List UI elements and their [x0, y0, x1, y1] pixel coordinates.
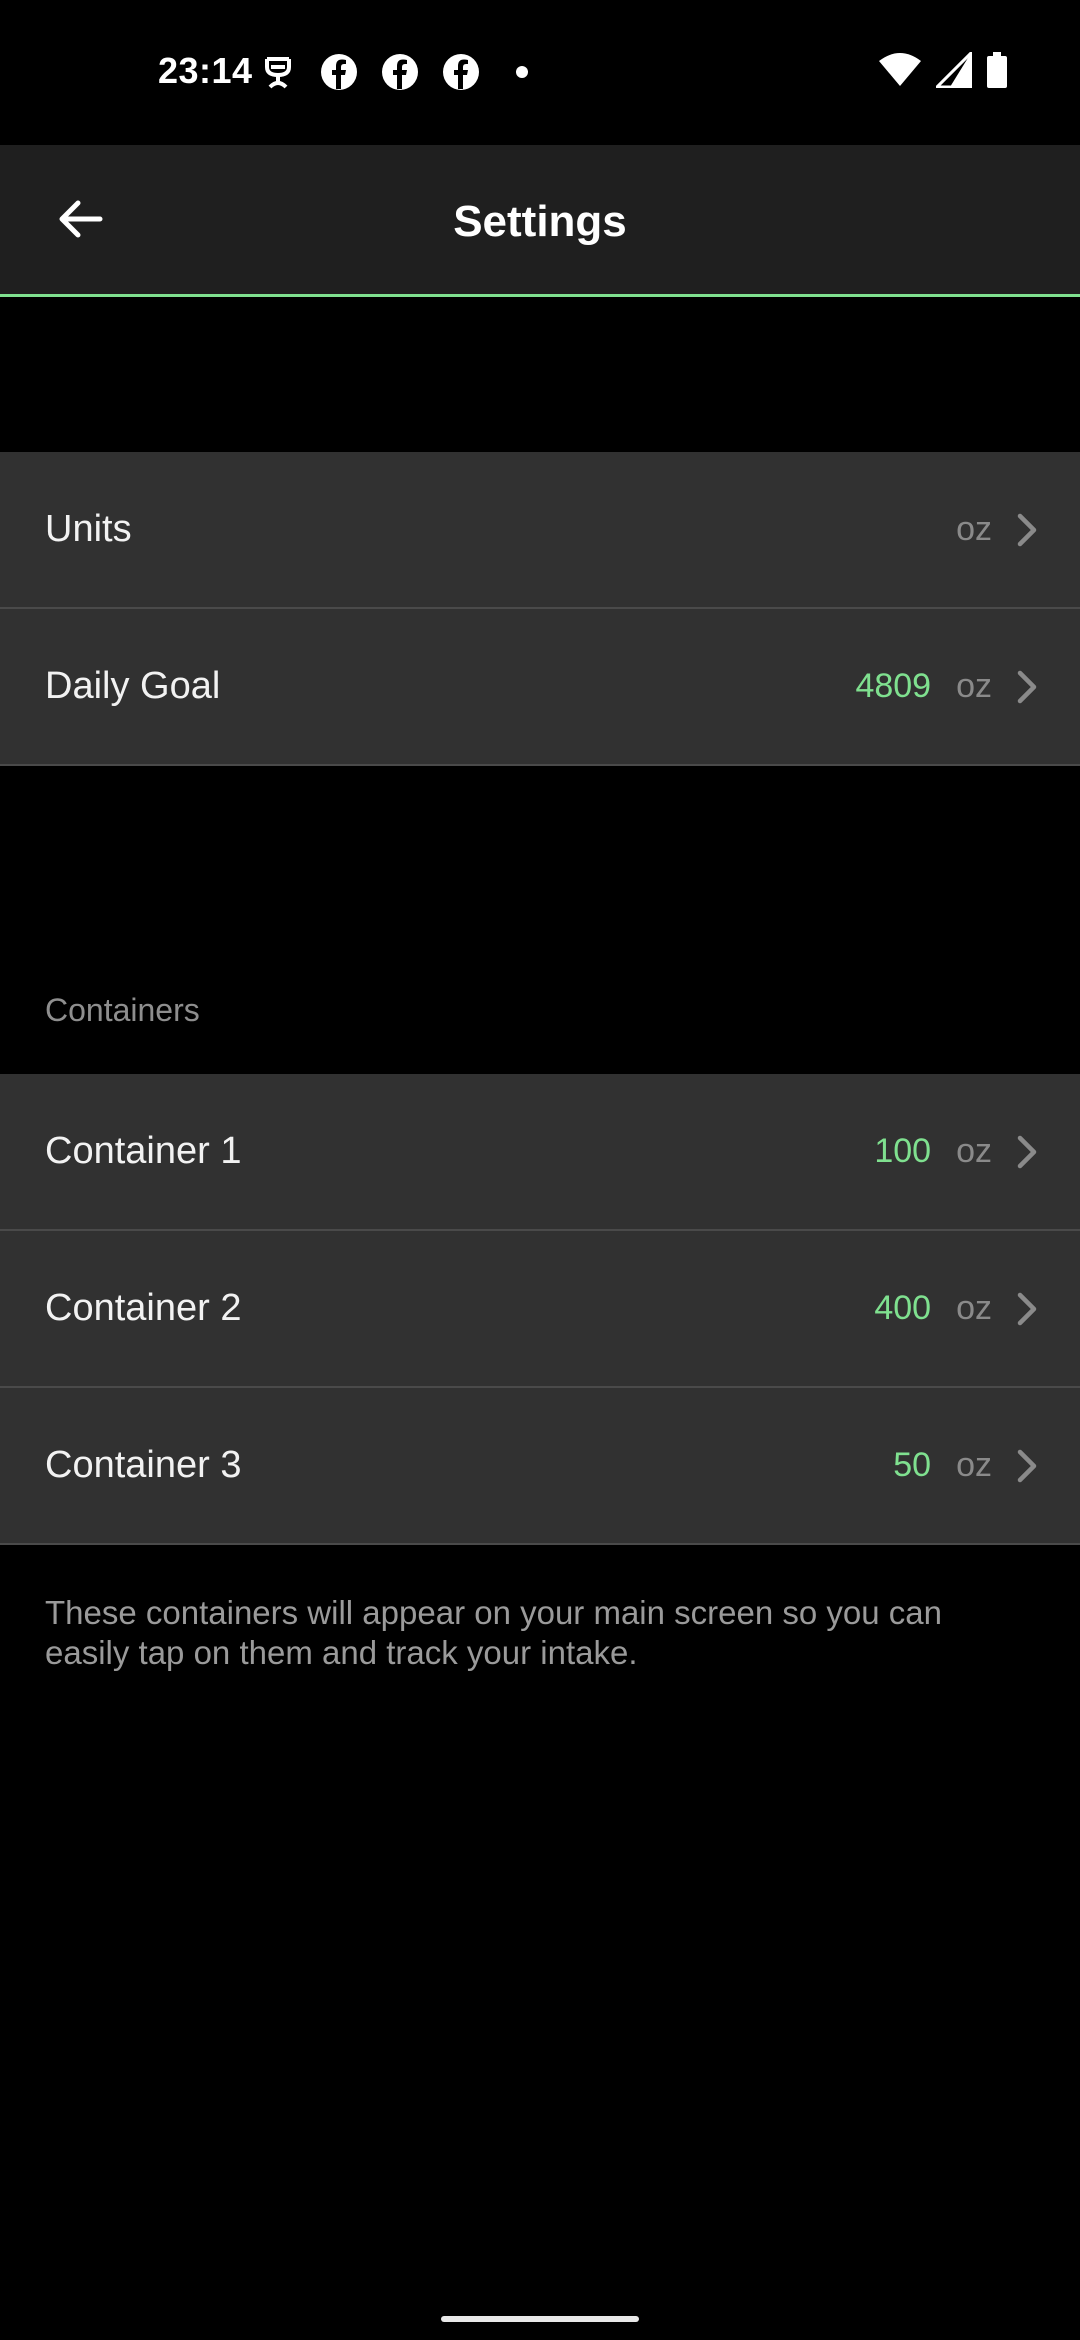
chevron-right-icon: [1012, 1289, 1042, 1329]
container-label: Container 1: [45, 1130, 242, 1172]
notification-icons: [258, 52, 563, 92]
container-value: 100: [874, 1132, 932, 1170]
wifi-icon: [878, 53, 922, 87]
page-title: Settings: [453, 197, 627, 246]
daily-goal-value: 4809: [855, 667, 932, 705]
app-bar: Settings: [0, 145, 1080, 297]
chevron-right-icon: [1012, 510, 1042, 550]
container-value: 50: [893, 1446, 932, 1484]
container-label: Container 2: [45, 1287, 242, 1329]
battery-icon: [986, 52, 1008, 88]
container-row[interactable]: Container 1 100 oz: [0, 1074, 1080, 1231]
status-bar: 23:14: [0, 0, 1080, 145]
facebook-icon: [441, 52, 481, 92]
chevron-right-icon: [1012, 667, 1042, 707]
facebook-icon: [380, 52, 420, 92]
general-settings-group: Units oz Daily Goal 4809 oz: [0, 452, 1080, 766]
daily-goal-row[interactable]: Daily Goal 4809 oz: [0, 609, 1080, 766]
settings-screen: 23:14 Settings Units oz Daily Goal 4809 …: [0, 0, 1080, 2340]
container-row[interactable]: Container 3 50 oz: [0, 1388, 1080, 1545]
data-saver-icon: [258, 52, 298, 92]
daily-goal-label: Daily Goal: [45, 665, 221, 707]
daily-goal-unit: oz: [956, 667, 992, 705]
container-unit: oz: [956, 1446, 992, 1484]
signal-icon: [936, 52, 972, 88]
units-value: oz: [956, 510, 992, 548]
containers-section-header: Containers: [45, 992, 200, 1028]
container-row[interactable]: Container 2 400 oz: [0, 1231, 1080, 1388]
units-row[interactable]: Units oz: [0, 452, 1080, 609]
containers-help-text: These containers will appear on your mai…: [45, 1594, 942, 1671]
home-indicator[interactable]: [441, 2316, 639, 2322]
containers-group: Container 1 100 oz Container 2 400 oz Co…: [0, 1074, 1080, 1545]
chevron-right-icon: [1012, 1446, 1042, 1486]
container-value: 400: [874, 1289, 932, 1327]
dot-icon: [502, 52, 542, 92]
system-icons: [864, 52, 1008, 88]
status-time: 23:14: [158, 50, 253, 91]
container-label: Container 3: [45, 1444, 242, 1486]
chevron-right-icon: [1012, 1132, 1042, 1172]
facebook-icon: [319, 52, 359, 92]
container-unit: oz: [956, 1132, 992, 1170]
units-label: Units: [45, 508, 132, 550]
container-unit: oz: [956, 1289, 992, 1327]
